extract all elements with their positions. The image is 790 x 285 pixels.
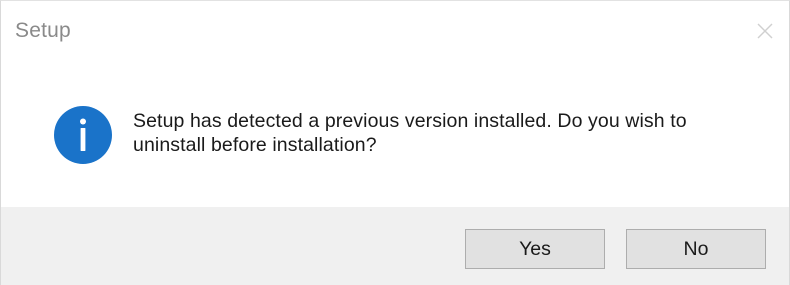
yes-button[interactable]: Yes: [465, 229, 605, 269]
dialog-message: Setup has detected a previous version in…: [133, 110, 687, 156]
info-icon: [54, 106, 112, 164]
no-button[interactable]: No: [626, 229, 766, 269]
close-button[interactable]: [745, 13, 785, 49]
setup-dialog: Setup Setup has detected a previous vers…: [0, 0, 790, 285]
dialog-content: Setup has detected a previous version in…: [1, 61, 789, 207]
window-title: Setup: [15, 19, 71, 42]
close-icon: [757, 23, 773, 39]
button-bar: Yes No: [1, 207, 789, 285]
title-bar: Setup: [1, 1, 789, 61]
